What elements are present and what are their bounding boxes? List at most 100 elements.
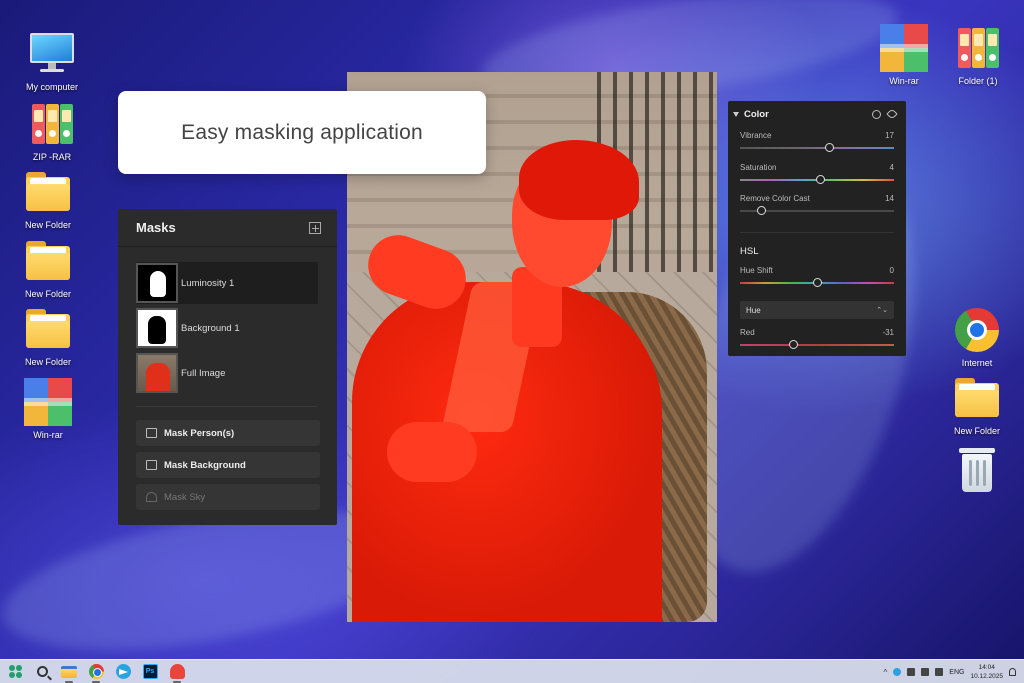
color-panel-title: Color bbox=[744, 108, 769, 120]
slider-track[interactable] bbox=[740, 143, 894, 152]
desktop-icon-new-folder[interactable]: New Folder bbox=[12, 237, 84, 299]
search-icon bbox=[36, 666, 48, 677]
desktop-icon-new-folder[interactable]: New Folder bbox=[12, 305, 84, 367]
battery-icon[interactable] bbox=[935, 668, 944, 676]
masks-header: Masks bbox=[118, 209, 337, 247]
slider-value: -31 bbox=[882, 328, 894, 337]
folder-icon bbox=[953, 374, 1001, 422]
masks-title: Masks bbox=[136, 220, 176, 235]
desktop-icon-folder-1[interactable]: Folder (1) bbox=[942, 24, 1014, 86]
mask-item-full-image[interactable]: Full Image bbox=[136, 352, 318, 394]
slider-knob[interactable] bbox=[812, 278, 822, 287]
color-panel-header[interactable]: Color bbox=[728, 107, 906, 121]
desktop-icon-my-computer[interactable]: My computer bbox=[16, 30, 88, 92]
callout-text: Easy masking application bbox=[181, 120, 423, 144]
mask-person-button[interactable]: Mask Person(s) bbox=[136, 420, 320, 446]
remove-color-cast-slider[interactable]: Remove Color Cast 14 bbox=[740, 194, 894, 215]
masks-panel: Masks Luminosity 1 Background 1 Full Ima… bbox=[118, 209, 337, 525]
notification-bell-icon[interactable] bbox=[1009, 668, 1016, 676]
taskbar-photoshop[interactable]: Ps bbox=[139, 661, 161, 683]
language-indicator[interactable]: ENG bbox=[949, 669, 964, 676]
folder-icon bbox=[24, 168, 72, 216]
mask-item-label: Luminosity 1 bbox=[181, 277, 235, 289]
person-icon bbox=[146, 428, 157, 438]
start-button[interactable] bbox=[4, 661, 26, 683]
mask-thumbnail bbox=[136, 308, 178, 348]
winrar-icon bbox=[880, 24, 928, 72]
desktop-icon-label: New Folder bbox=[24, 357, 71, 367]
hue-shift-slider[interactable]: Hue Shift 0 bbox=[740, 266, 894, 287]
taskbar: Ps ^ ENG 14:04 10.12.2025 bbox=[0, 659, 1024, 683]
slider-knob[interactable] bbox=[815, 175, 825, 184]
mask-item-background[interactable]: Background 1 bbox=[136, 307, 318, 349]
color-panel: Color Vibrance 17 Saturation 4 Remove Colo… bbox=[728, 101, 906, 356]
hsl-mode-select[interactable]: Hue ⌃⌄ bbox=[740, 301, 894, 319]
folder-icon bbox=[24, 237, 72, 285]
desktop-icon-new-folder[interactable]: New Folder bbox=[941, 374, 1013, 436]
taskbar-chrome[interactable] bbox=[85, 661, 107, 683]
slider-track[interactable] bbox=[740, 206, 894, 215]
eye-icon[interactable] bbox=[886, 108, 898, 120]
desktop-icon-label: Internet bbox=[961, 358, 993, 368]
clock-time: 14:04 bbox=[978, 664, 995, 671]
taskbar-app[interactable] bbox=[166, 661, 188, 683]
clock-date: 10.12.2025 bbox=[970, 673, 1003, 680]
mask-item-label: Background 1 bbox=[181, 322, 240, 334]
select-value: Hue bbox=[746, 305, 761, 315]
slider-track[interactable] bbox=[740, 278, 894, 287]
vibrance-slider[interactable]: Vibrance 17 bbox=[740, 131, 894, 152]
slider-value: 4 bbox=[889, 163, 894, 172]
button-label: Mask Person(s) bbox=[164, 427, 235, 439]
feature-callout: Easy masking application bbox=[118, 91, 486, 174]
slider-knob[interactable] bbox=[789, 340, 799, 349]
slider-track[interactable] bbox=[740, 340, 894, 349]
photo-hair bbox=[519, 140, 639, 220]
binders-icon bbox=[954, 24, 1002, 72]
desktop-icon-label: New Folder bbox=[24, 220, 71, 230]
mask-thumbnail bbox=[136, 353, 178, 393]
clock[interactable]: 14:04 10.12.2025 bbox=[970, 663, 1003, 681]
monitor-icon bbox=[28, 30, 76, 78]
background-icon bbox=[146, 460, 157, 470]
desktop-icon-label: New Folder bbox=[953, 426, 1000, 436]
button-label: Mask Sky bbox=[164, 491, 206, 503]
mask-sky-button[interactable]: Mask Sky bbox=[136, 484, 320, 510]
slider-label: Red bbox=[740, 328, 755, 337]
mask-item-luminosity[interactable]: Luminosity 1 bbox=[136, 262, 318, 304]
slider-knob[interactable] bbox=[757, 206, 767, 215]
network-icon[interactable] bbox=[907, 668, 916, 676]
saturation-slider[interactable]: Saturation 4 bbox=[740, 163, 894, 184]
taskbar-file-explorer[interactable] bbox=[58, 661, 80, 683]
desktop-icon-zip-rar[interactable]: ZIP -RAR bbox=[16, 100, 88, 162]
slider-label: Hue Shift bbox=[740, 266, 773, 275]
slider-knob[interactable] bbox=[824, 143, 834, 152]
desktop-icon-win-rar[interactable]: Win-rar bbox=[868, 24, 940, 86]
hsl-title: HSL bbox=[740, 246, 759, 257]
taskbar-telegram[interactable] bbox=[112, 661, 134, 683]
desktop-icon-win-rar[interactable]: Win-rar bbox=[12, 378, 84, 440]
slider-track[interactable] bbox=[740, 175, 894, 184]
search-button[interactable] bbox=[31, 661, 53, 683]
desktop-icon-label: New Folder bbox=[24, 289, 71, 299]
chrome-icon bbox=[953, 306, 1001, 354]
volume-icon[interactable] bbox=[921, 668, 930, 676]
slider-value: 14 bbox=[885, 194, 894, 203]
add-mask-icon[interactable] bbox=[309, 221, 321, 234]
desktop-icon-new-folder[interactable]: New Folder bbox=[12, 168, 84, 230]
mask-thumbnail bbox=[136, 263, 178, 303]
chevron-up-icon[interactable]: ^ bbox=[884, 668, 888, 677]
binders-icon bbox=[28, 100, 76, 148]
chrome-icon bbox=[88, 664, 104, 679]
desktop-icon-internet[interactable]: Internet bbox=[941, 306, 1013, 368]
cloud-icon bbox=[146, 492, 157, 502]
telegram-tray-icon[interactable] bbox=[893, 668, 902, 676]
slider-value: 17 bbox=[885, 131, 894, 140]
reset-icon[interactable] bbox=[872, 109, 881, 119]
red-slider[interactable]: Red -31 bbox=[740, 328, 894, 349]
mask-background-button[interactable]: Mask Background bbox=[136, 452, 320, 478]
desktop-icon-label: Win-rar bbox=[33, 430, 63, 440]
folder-icon bbox=[61, 665, 77, 678]
masks-divider bbox=[136, 406, 318, 407]
desktop-icon-recycle-bin[interactable] bbox=[941, 446, 1013, 494]
collapse-triangle-icon[interactable] bbox=[733, 111, 739, 117]
